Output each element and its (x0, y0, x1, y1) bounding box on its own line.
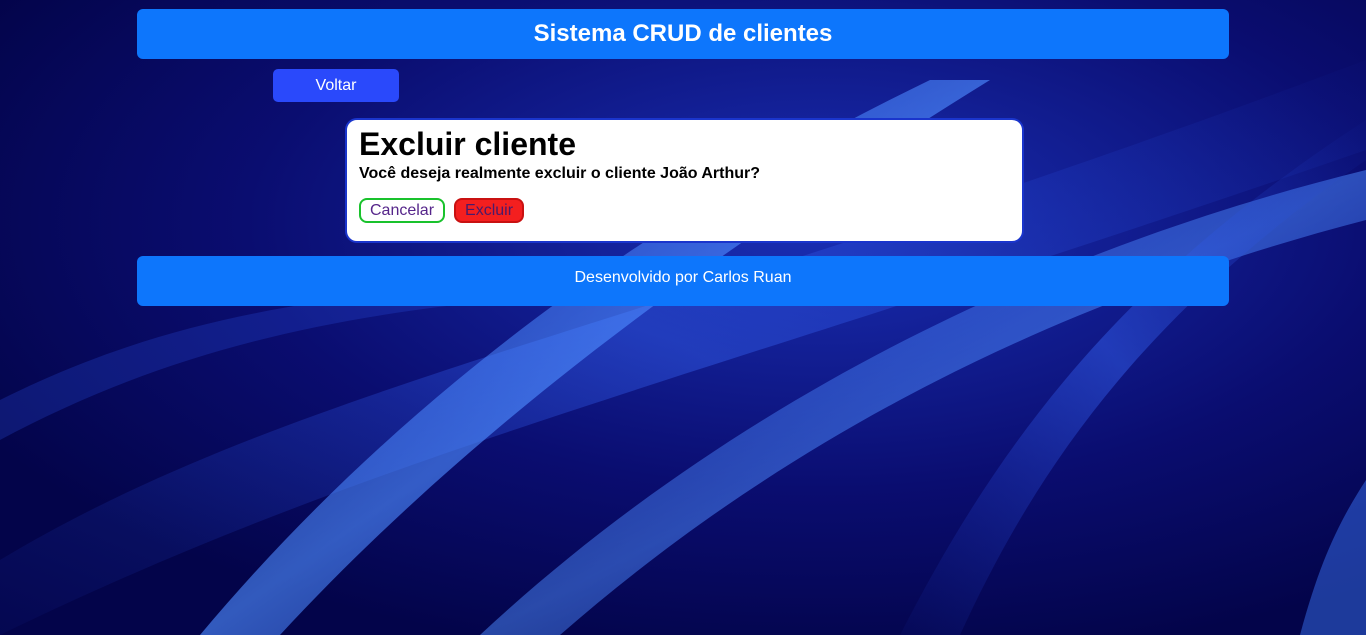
back-button[interactable]: Voltar (273, 69, 399, 102)
dialog-actions: Cancelar Excluir (359, 198, 1010, 223)
delete-button[interactable]: Excluir (454, 198, 525, 223)
delete-client-dialog: Excluir cliente Você deseja realmente ex… (345, 118, 1024, 243)
dialog-title: Excluir cliente (359, 126, 576, 162)
page-title: Sistema CRUD de clientes (533, 20, 833, 47)
dialog-message: Você deseja realmente excluir o cliente … (359, 165, 761, 182)
page-header: Sistema CRUD de clientes (137, 9, 1229, 59)
cancel-button[interactable]: Cancelar (359, 198, 446, 223)
background-image (0, 0, 1366, 635)
footer-credit: Desenvolvido por Carlos Ruan (574, 269, 792, 286)
page-footer: Desenvolvido por Carlos Ruan (137, 256, 1229, 306)
